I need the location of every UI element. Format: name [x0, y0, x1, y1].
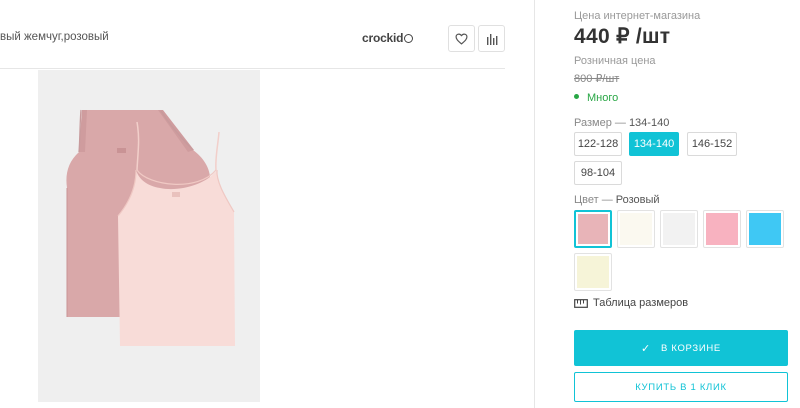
color-label-row: Цвет — Розовый	[574, 194, 660, 206]
brand-name: crockid	[362, 31, 404, 45]
online-price: 440 ₽ /шт	[574, 25, 671, 48]
retail-price-label: Розничная цена	[574, 55, 656, 67]
swatch-fill	[706, 213, 738, 245]
color-dash: —	[601, 194, 613, 206]
size-label-row: Размер — 134-140	[574, 117, 669, 129]
product-image	[38, 70, 260, 402]
size-option-146-152[interactable]: 146-152	[687, 132, 737, 156]
color-swatch-white[interactable]	[660, 210, 698, 248]
in-cart-label: В КОРЗИНЕ	[660, 342, 721, 354]
size-option-134-140[interactable]: 134-140	[629, 132, 679, 156]
size-dash: —	[614, 117, 626, 129]
product-gallery-panel: вый жемчуг,розовый crockid	[0, 0, 534, 408]
product-photo[interactable]	[38, 70, 260, 402]
size-option-98-104[interactable]: 98-104	[574, 161, 622, 185]
swatch-fill	[578, 214, 608, 244]
swatch-fill	[620, 213, 652, 245]
size-option-122-128[interactable]: 122-128	[574, 132, 622, 156]
brand-mark-icon	[404, 34, 414, 43]
color-label: Цвет	[574, 194, 599, 206]
size-selected-value: 134-140	[628, 117, 670, 129]
panel-divider	[534, 0, 535, 408]
retail-price: 800 ₽/шт	[574, 73, 620, 85]
color-swatch-light-pink[interactable]	[703, 210, 741, 248]
product-subtitle: вый жемчуг,розовый	[0, 31, 109, 43]
color-swatch-pearl[interactable]	[617, 210, 655, 248]
swatch-fill	[577, 256, 609, 288]
swatch-fill	[663, 213, 695, 245]
brand-logo[interactable]: crockid	[362, 31, 414, 45]
color-swatch-blue[interactable]	[746, 210, 784, 248]
ruler-icon	[574, 299, 588, 308]
color-selected-value: Розовый	[615, 194, 660, 206]
heart-icon	[455, 33, 468, 44]
buy-one-click-button[interactable]: КУПИТЬ В 1 КЛИК	[574, 372, 788, 402]
buy-one-click-label: КУПИТЬ В 1 КЛИК	[635, 381, 727, 393]
color-swatch-cream[interactable]	[574, 253, 612, 291]
favorite-button[interactable]	[448, 25, 475, 52]
stock-status-text: Много	[587, 92, 619, 104]
check-icon: ✓	[641, 342, 651, 355]
header-divider	[0, 68, 505, 69]
color-swatch-pink[interactable]	[574, 210, 612, 248]
online-price-label: Цена интернет-магазина	[574, 10, 701, 22]
stock-status: Много	[574, 92, 618, 104]
size-table-label: Таблица размеров	[593, 297, 689, 309]
stock-dot-icon	[574, 94, 579, 99]
size-label: Размер	[574, 117, 612, 129]
size-table-link[interactable]: Таблица размеров	[574, 297, 688, 309]
bar-chart-icon	[486, 33, 497, 45]
purchase-panel: Цена интернет-магазина 440 ₽ /шт Розничн…	[574, 0, 800, 408]
swatch-fill	[749, 213, 781, 245]
in-cart-button[interactable]: ✓ В КОРЗИНЕ	[574, 330, 788, 366]
compare-button[interactable]	[478, 25, 505, 52]
